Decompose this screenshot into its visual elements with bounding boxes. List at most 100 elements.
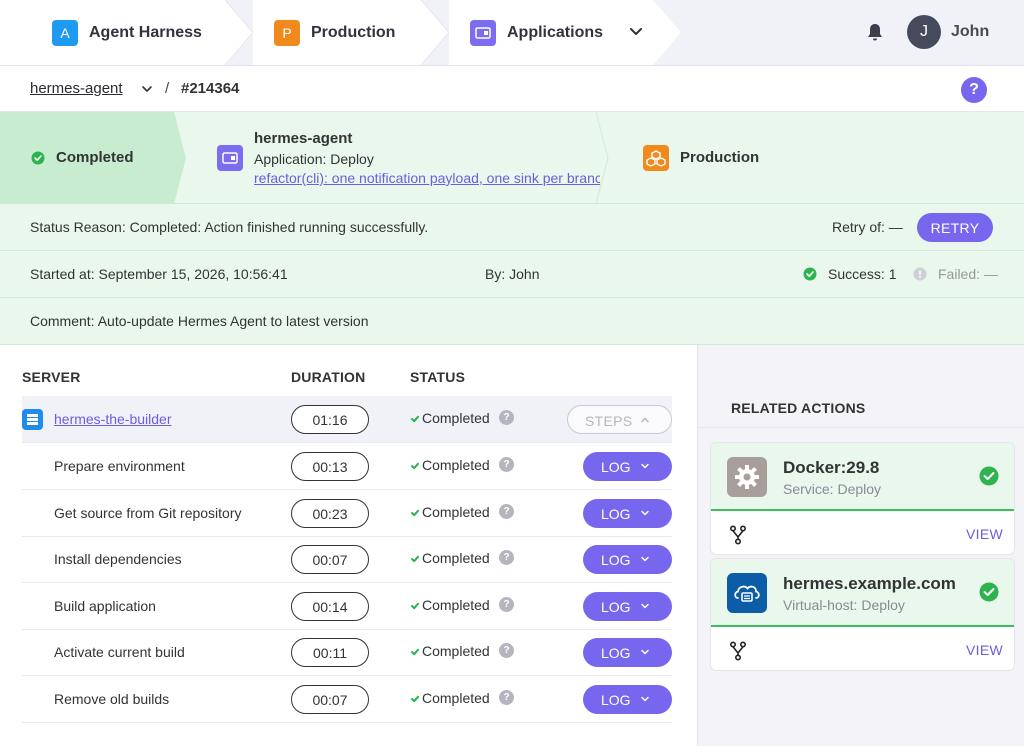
status-text: Completed: [422, 643, 490, 659]
status-reason: Status Reason: Completed: Action finishe…: [30, 219, 429, 235]
view-link[interactable]: VIEW: [966, 526, 1003, 542]
avatar[interactable]: J: [907, 15, 941, 49]
cloud-icon: [727, 573, 767, 613]
crumb-separator-icon: [225, 0, 253, 65]
check-icon: [411, 602, 419, 610]
status-text: Completed: [422, 597, 490, 613]
log-button[interactable]: LOG: [583, 545, 672, 574]
chevron-down-icon[interactable]: [626, 22, 646, 42]
stage-completed-label: Completed: [56, 149, 134, 166]
check-icon: [411, 555, 419, 563]
run-meta-row: Started at: September 15, 2026, 10:56:41…: [0, 251, 1024, 298]
question-icon[interactable]: ?: [499, 410, 514, 425]
check-icon: [411, 462, 419, 470]
crumb-applications[interactable]: Applications: [449, 0, 653, 65]
crumb-end-icon: [653, 0, 681, 65]
table-row: Install dependencies 00:07 Completed ? L…: [22, 536, 672, 583]
check-circle-icon: [979, 466, 999, 486]
run-by: By: John: [485, 266, 540, 282]
log-button[interactable]: LOG: [583, 499, 672, 528]
crumb-production[interactable]: P Production: [253, 0, 421, 65]
duration-pill: 01:16: [291, 405, 369, 434]
breadcrumb-separator: /: [165, 80, 170, 97]
top-navigation: A Agent Harness P Production Application…: [0, 0, 1024, 66]
divider: [698, 427, 1024, 428]
cubes-icon: [643, 145, 669, 171]
chevron-down-icon: [641, 696, 649, 702]
related-action-card[interactable]: hermes.example.com Virtual-host: Deploy …: [710, 558, 1015, 671]
user-name[interactable]: John: [951, 23, 989, 41]
related-action-card[interactable]: Docker:29.8 Service: Deploy VIEW: [710, 442, 1015, 555]
status-text: Completed: [422, 410, 490, 426]
card-subtitle: Virtual-host: Deploy: [783, 597, 905, 613]
crumb-agent-harness[interactable]: A Agent Harness: [0, 0, 225, 65]
info-circle-icon: [913, 267, 927, 281]
stage-environment: Production: [680, 149, 760, 166]
column-header-duration: DURATION: [291, 369, 366, 385]
question-icon[interactable]: ?: [499, 597, 514, 612]
comment-row: Comment: Auto-update Hermes Agent to lat…: [0, 298, 1024, 345]
applications-icon: [470, 19, 496, 46]
related-actions-title: RELATED ACTIONS: [731, 400, 866, 416]
started-at: Started at: September 15, 2026, 10:56:41: [30, 266, 288, 282]
stage-app-name: hermes-agent: [254, 130, 353, 147]
chevron-down-icon: [641, 463, 649, 469]
check-circle-icon: [803, 267, 817, 281]
commit-link[interactable]: refactor(cli): one notification payload,…: [254, 170, 600, 186]
production-badge: P: [274, 19, 300, 46]
status-text: Completed: [422, 457, 490, 473]
server-name-link[interactable]: hermes-the-builder: [54, 411, 172, 427]
duration-pill: 00:23: [291, 499, 369, 528]
application-icon: [217, 145, 243, 171]
question-icon[interactable]: ?: [499, 690, 514, 705]
duration-pill: 00:14: [291, 592, 369, 621]
check-circle-icon: [31, 151, 45, 165]
run-id: #214364: [181, 80, 240, 97]
crumb-separator-icon: [421, 0, 449, 65]
status-reason-row: Status Reason: Completed: Action finishe…: [0, 204, 1024, 251]
chevron-up-icon: [641, 417, 649, 423]
log-button[interactable]: LOG: [583, 452, 672, 481]
check-icon: [411, 415, 419, 423]
log-button-label: LOG: [601, 459, 631, 475]
crumb-label: Applications: [507, 23, 604, 41]
question-icon[interactable]: ?: [499, 550, 514, 565]
success-count: Success: 1: [828, 266, 897, 282]
column-header-status: STATUS: [410, 369, 466, 385]
chevron-down-icon: [641, 603, 649, 609]
column-header-server: SERVER: [22, 369, 81, 385]
agent-link[interactable]: hermes-agent: [30, 80, 123, 97]
question-icon[interactable]: ?: [499, 643, 514, 658]
log-button-label: LOG: [601, 599, 631, 615]
chevron-down-icon[interactable]: [140, 82, 154, 96]
step-name: Install dependencies: [54, 551, 182, 567]
status-text: Completed: [422, 504, 490, 520]
step-name: Get source from Git repository: [54, 505, 242, 521]
duration-pill: 00:11: [291, 638, 369, 667]
stage-separator-icon: [596, 112, 609, 204]
view-link[interactable]: VIEW: [966, 642, 1003, 658]
question-icon[interactable]: ?: [499, 457, 514, 472]
failed-count: Failed: —: [938, 266, 998, 282]
log-button[interactable]: LOG: [583, 685, 672, 714]
context-breadcrumbs: A Agent Harness P Production Application…: [0, 0, 681, 65]
branch-icon: [729, 641, 747, 661]
log-button[interactable]: LOG: [583, 592, 672, 621]
help-icon[interactable]: ?: [961, 77, 987, 103]
table-row: Remove old builds 00:07 Completed ? LOG: [22, 676, 672, 723]
stage-app-action: Application: Deploy: [254, 151, 374, 167]
retry-button[interactable]: RETRY: [917, 213, 993, 242]
breadcrumb: hermes-agent / #214364 ?: [0, 66, 1024, 112]
log-button[interactable]: LOG: [583, 638, 672, 667]
card-title: Docker:29.8: [783, 458, 880, 477]
step-name: Prepare environment: [54, 458, 185, 474]
steps-button-label: STEPS: [585, 413, 633, 429]
check-circle-icon: [979, 582, 999, 602]
steps-button[interactable]: STEPS: [567, 405, 672, 434]
check-icon: [411, 648, 419, 656]
log-button-label: LOG: [601, 692, 631, 708]
table-row: Build application 00:14 Completed ? LOG: [22, 583, 672, 630]
question-icon[interactable]: ?: [499, 504, 514, 519]
related-actions-panel: RELATED ACTIONS Docker:29.8 Service: Dep…: [697, 345, 1024, 746]
bell-icon[interactable]: [864, 21, 886, 43]
